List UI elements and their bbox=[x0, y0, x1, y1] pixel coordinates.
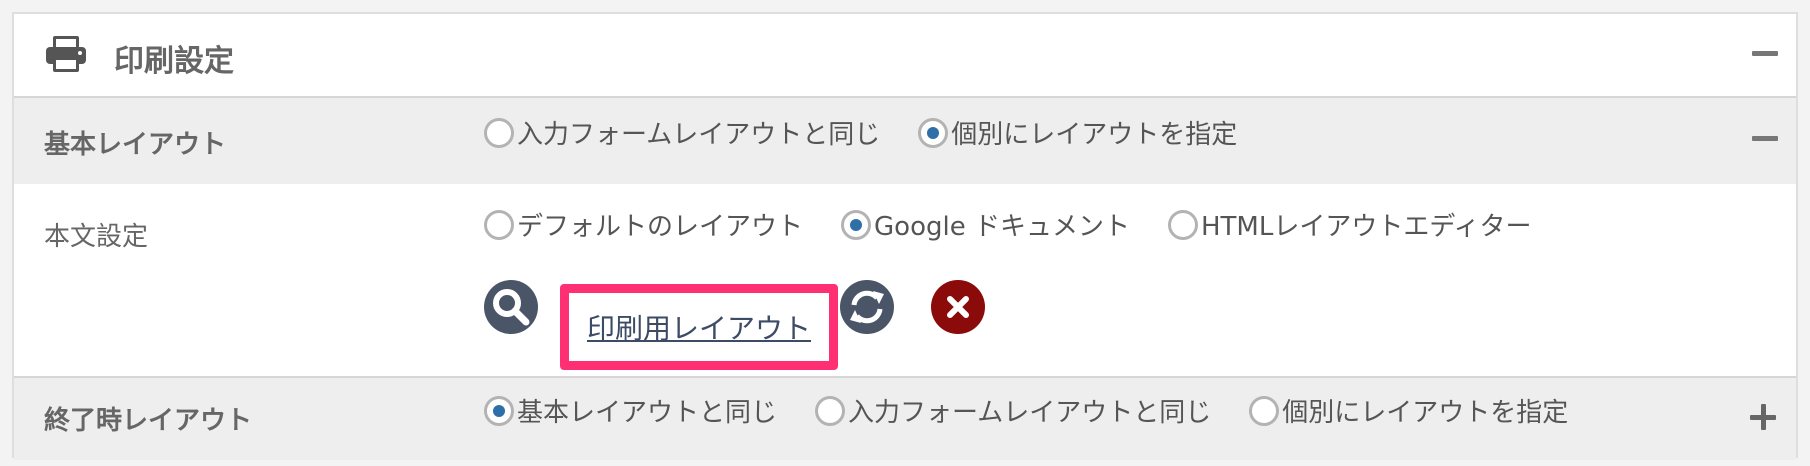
close-icon bbox=[947, 296, 969, 318]
print-layout-link[interactable]: 印刷用レイアウト bbox=[587, 307, 811, 347]
radio-option[interactable]: デフォルトのレイアウト bbox=[484, 206, 803, 243]
radio-button[interactable] bbox=[1167, 209, 1198, 240]
radio-option[interactable]: 基本レイアウトと同じ bbox=[484, 392, 777, 429]
end-layout-options: 基本レイアウトと同じ 入力フォームレイアウトと同じ 個別にレイアウトを指定 bbox=[484, 392, 1606, 429]
body-settings-label: 本文設定 bbox=[44, 222, 149, 252]
body-settings-row: 本文設定 デフォルトのレイアウト Google ドキュメント HTMLレイアウト… bbox=[14, 184, 1796, 390]
radio-label: 個別にレイアウトを指定 bbox=[1282, 398, 1569, 428]
radio-button[interactable] bbox=[1249, 395, 1280, 426]
end-layout-row: 終了時レイアウト 基本レイアウトと同じ 入力フォームレイアウトと同じ 個別にレイ… bbox=[14, 376, 1796, 460]
refresh-button[interactable] bbox=[840, 280, 894, 334]
body-settings-options: デフォルトのレイアウト Google ドキュメント HTMLレイアウトエディター bbox=[484, 206, 1570, 243]
radio-label: デフォルトのレイアウト bbox=[517, 212, 804, 242]
radio-label: 入力フォームレイアウトと同じ bbox=[517, 120, 881, 150]
search-icon bbox=[493, 289, 530, 326]
base-layout-row: 基本レイアウト 入力フォームレイアウトと同じ 個別にレイアウトを指定 bbox=[14, 98, 1796, 184]
radio-option[interactable]: Google ドキュメント bbox=[841, 206, 1130, 243]
radio-label: 入力フォームレイアウトと同じ bbox=[848, 398, 1212, 428]
refresh-icon bbox=[850, 290, 884, 324]
radio-label: HTMLレイアウトエディター bbox=[1200, 212, 1532, 242]
radio-label: 個別にレイアウトを指定 bbox=[951, 120, 1238, 150]
panel-title: 印刷設定 bbox=[114, 44, 234, 79]
base-layout-label: 基本レイアウト bbox=[44, 130, 227, 160]
radio-button[interactable] bbox=[484, 209, 514, 240]
radio-option[interactable]: 個別にレイアウトを指定 bbox=[918, 114, 1237, 151]
radio-button[interactable] bbox=[918, 117, 949, 148]
minus-icon[interactable] bbox=[1752, 51, 1778, 56]
radio-button[interactable] bbox=[841, 209, 872, 240]
radio-button[interactable] bbox=[815, 395, 846, 426]
radio-button[interactable] bbox=[484, 395, 514, 426]
print-settings-panel: 印刷設定 基本レイアウト 入力フォームレイアウトと同じ 個別にレイアウトを指定 … bbox=[12, 12, 1798, 460]
radio-option[interactable]: 個別にレイアウトを指定 bbox=[1249, 392, 1568, 429]
plus-icon[interactable] bbox=[1750, 404, 1776, 430]
base-layout-options: 入力フォームレイアウトと同じ 個別にレイアウトを指定 bbox=[484, 114, 1275, 151]
radio-option[interactable]: 入力フォームレイアウトと同じ bbox=[815, 392, 1211, 429]
end-layout-label: 終了時レイアウト bbox=[44, 406, 253, 436]
radio-option[interactable]: HTMLレイアウトエディター bbox=[1167, 206, 1532, 243]
panel-header: 印刷設定 bbox=[14, 14, 1796, 98]
minus-icon[interactable] bbox=[1752, 136, 1778, 141]
radio-label: 基本レイアウトと同じ bbox=[517, 398, 778, 428]
layout-link-highlight: 印刷用レイアウト bbox=[560, 284, 838, 370]
radio-button[interactable] bbox=[484, 117, 514, 148]
search-button[interactable] bbox=[484, 280, 538, 334]
radio-option[interactable]: 入力フォームレイアウトと同じ bbox=[484, 114, 880, 151]
radio-label: Google ドキュメント bbox=[874, 212, 1130, 242]
delete-button[interactable] bbox=[931, 280, 985, 334]
printer-icon bbox=[46, 36, 86, 72]
